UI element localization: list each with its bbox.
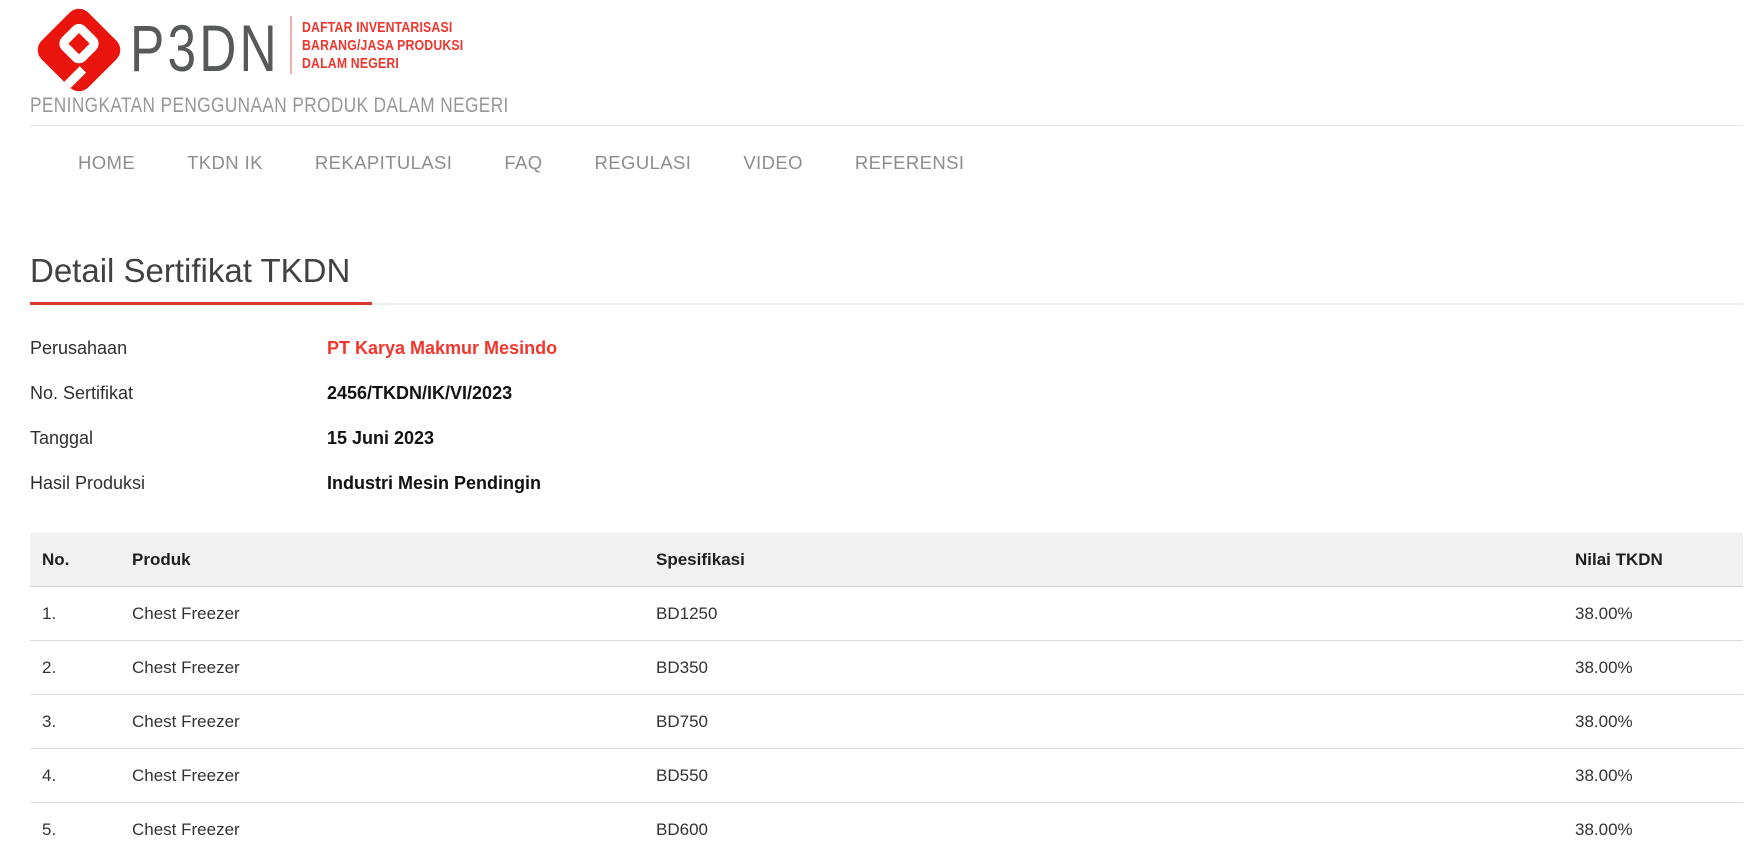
cell-produk: Chest Freezer [120,641,644,695]
detail-row-no-sertifikat: No. Sertifikat 2456/TKDN/IK/VI/2023 [30,382,1743,404]
cell-spesifikasi: BD350 [644,641,1563,695]
cell-spesifikasi: BD1250 [644,587,1563,641]
brand-subtitle-line3: DALAM NEGERI [302,55,463,73]
brand-subtitle-line1: DAFTAR INVENTARISASI [302,19,463,37]
cell-no: 2. [30,641,120,695]
page-title: Detail Sertifikat TKDN [30,252,372,305]
detail-label: Perusahaan [30,337,327,359]
date-value: 15 Juni 2023 [327,427,434,449]
nav-item-referensi[interactable]: REFERENSI [855,152,964,174]
table-row: 3. Chest Freezer BD750 38.00% [30,695,1743,749]
col-header-spesifikasi: Spesifikasi [644,533,1563,587]
logo-ring-shape [56,20,103,67]
brand-row: P3DN DAFTAR INVENTARISASI BARANG/JASA PR… [30,0,1743,88]
cell-no: 3. [30,695,120,749]
certificate-details: Perusahaan PT Karya Makmur Mesindo No. S… [30,337,1743,494]
cell-produk: Chest Freezer [120,749,644,803]
company-name-value: PT Karya Makmur Mesindo [327,337,557,359]
table-row: 2. Chest Freezer BD350 38.00% [30,641,1743,695]
cell-produk: Chest Freezer [120,587,644,641]
production-result-value: Industri Mesin Pendingin [327,472,541,494]
cell-produk: Chest Freezer [120,803,644,847]
cell-nilai-tkdn: 38.00% [1563,749,1743,803]
main-nav: HOME TKDN IK REKAPITULASI FAQ REGULASI V… [30,126,1743,198]
cell-nilai-tkdn: 38.00% [1563,695,1743,749]
detail-label: No. Sertifikat [30,382,327,404]
detail-label: Tanggal [30,427,327,449]
table-header-row: No. Produk Spesifikasi Nilai TKDN [30,533,1743,587]
nav-item-rekapitulasi[interactable]: REKAPITULASI [315,152,452,174]
table-row: 5. Chest Freezer BD600 38.00% [30,803,1743,847]
col-header-nilai-tkdn: Nilai TKDN [1563,533,1743,587]
page: P3DN DAFTAR INVENTARISASI BARANG/JASA PR… [0,0,1755,847]
logo-stem-shape [64,66,86,88]
detail-label: Hasil Produksi [30,472,327,494]
nav-item-regulasi[interactable]: REGULASI [595,152,692,174]
page-title-rule: Detail Sertifikat TKDN [30,252,1743,305]
cell-no: 4. [30,749,120,803]
nav-item-tkdn-ik[interactable]: TKDN IK [187,152,263,174]
col-header-produk: Produk [120,533,644,587]
cell-no: 1. [30,587,120,641]
logo-diamond-shape [32,3,125,96]
table-row: 4. Chest Freezer BD550 38.00% [30,749,1743,803]
table-row: 1. Chest Freezer BD1250 38.00% [30,587,1743,641]
cell-nilai-tkdn: 38.00% [1563,641,1743,695]
certificate-number-value: 2456/TKDN/IK/VI/2023 [327,382,512,404]
products-table: No. Produk Spesifikasi Nilai TKDN 1. Che… [30,533,1743,847]
cell-spesifikasi: BD550 [644,749,1563,803]
detail-row-perusahaan: Perusahaan PT Karya Makmur Mesindo [30,337,1743,359]
nav-item-home[interactable]: HOME [78,152,135,174]
brand-wordmark: P3DN [130,8,255,88]
detail-row-tanggal: Tanggal 15 Juni 2023 [30,427,1743,449]
cell-produk: Chest Freezer [120,695,644,749]
brand-tagline: PENINGKATAN PENGGUNAAN PRODUK DALAM NEGE… [30,94,1435,118]
nav-item-faq[interactable]: FAQ [504,152,542,174]
cell-nilai-tkdn: 38.00% [1563,803,1743,847]
cell-spesifikasi: BD600 [644,803,1563,847]
cell-nilai-tkdn: 38.00% [1563,587,1743,641]
p3dn-diamond-icon [30,8,130,92]
nav-item-video[interactable]: VIDEO [743,152,803,174]
site-header: P3DN DAFTAR INVENTARISASI BARANG/JASA PR… [30,0,1743,126]
cell-no: 5. [30,803,120,847]
detail-row-hasil-produksi: Hasil Produksi Industri Mesin Pendingin [30,472,1743,494]
col-header-no: No. [30,533,120,587]
brand-separator [290,16,292,74]
brand-subtitle-line2: BARANG/JASA PRODUKSI [302,37,463,55]
brand-subtitle: DAFTAR INVENTARISASI BARANG/JASA PRODUKS… [302,19,463,73]
cell-spesifikasi: BD750 [644,695,1563,749]
